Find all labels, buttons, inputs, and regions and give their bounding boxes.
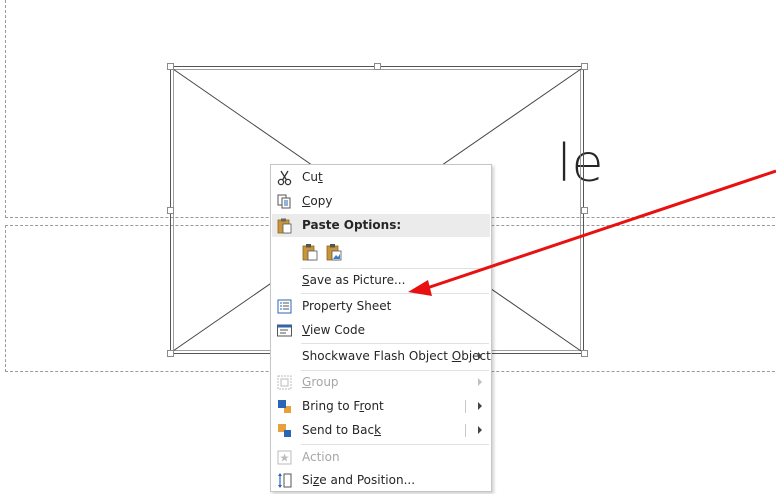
menu-item-copy[interactable]: Copy xyxy=(272,190,490,213)
action-star-icon xyxy=(277,450,292,465)
submenu-arrow-icon[interactable] xyxy=(478,426,482,434)
menu-item-shockwave-flash-object[interactable]: Shockwave Flash Object Object xyxy=(272,345,491,368)
clipboard-icon xyxy=(277,218,292,234)
size-position-icon xyxy=(278,473,292,488)
resize-handle-left[interactable] xyxy=(167,207,174,214)
resize-handle-bottom-right[interactable] xyxy=(581,350,588,357)
view-code-icon xyxy=(277,324,292,337)
menu-separator xyxy=(301,444,489,445)
scissors-icon xyxy=(277,170,292,186)
menu-item-action[interactable]: Action xyxy=(272,446,490,469)
copy-icon xyxy=(277,194,291,209)
menu-item-view-code[interactable]: View Code xyxy=(272,319,490,342)
submenu-arrow-icon xyxy=(478,378,482,386)
resize-handle-right[interactable] xyxy=(581,207,588,214)
group-icon xyxy=(277,375,292,390)
menu-item-send-to-back[interactable]: Send to Back xyxy=(272,419,490,442)
submenu-arrow-icon xyxy=(478,352,482,360)
paste-options-header: Paste Options: xyxy=(272,214,490,237)
resize-handle-top[interactable] xyxy=(374,63,381,70)
menu-item-group[interactable]: Group xyxy=(272,371,490,394)
menu-item-cut[interactable]: Cut xyxy=(272,166,490,189)
property-sheet-icon xyxy=(277,299,292,314)
paste-as-picture-icon[interactable] xyxy=(325,243,343,261)
menu-item-property-sheet[interactable]: Property Sheet xyxy=(272,295,490,318)
menu-separator xyxy=(301,343,489,344)
send-to-back-icon xyxy=(278,424,291,437)
menu-item-bring-to-front[interactable]: Bring to Front xyxy=(272,395,490,418)
context-menu: Cut Copy Paste Options: Save as Picture.… xyxy=(270,164,492,492)
resize-handle-top-right[interactable] xyxy=(581,63,588,70)
menu-item-save-as-picture[interactable]: Save as Picture... xyxy=(272,269,490,292)
menu-separator xyxy=(301,293,489,294)
paste-keep-formatting-icon[interactable] xyxy=(301,243,319,261)
split-button-divider xyxy=(465,400,466,413)
menu-item-size-and-position[interactable]: Size and Position... xyxy=(272,469,490,492)
split-button-divider xyxy=(465,424,466,437)
resize-handle-bottom-left[interactable] xyxy=(167,350,174,357)
submenu-arrow-icon[interactable] xyxy=(478,402,482,410)
resize-handle-top-left[interactable] xyxy=(167,63,174,70)
bring-to-front-icon xyxy=(278,400,291,413)
